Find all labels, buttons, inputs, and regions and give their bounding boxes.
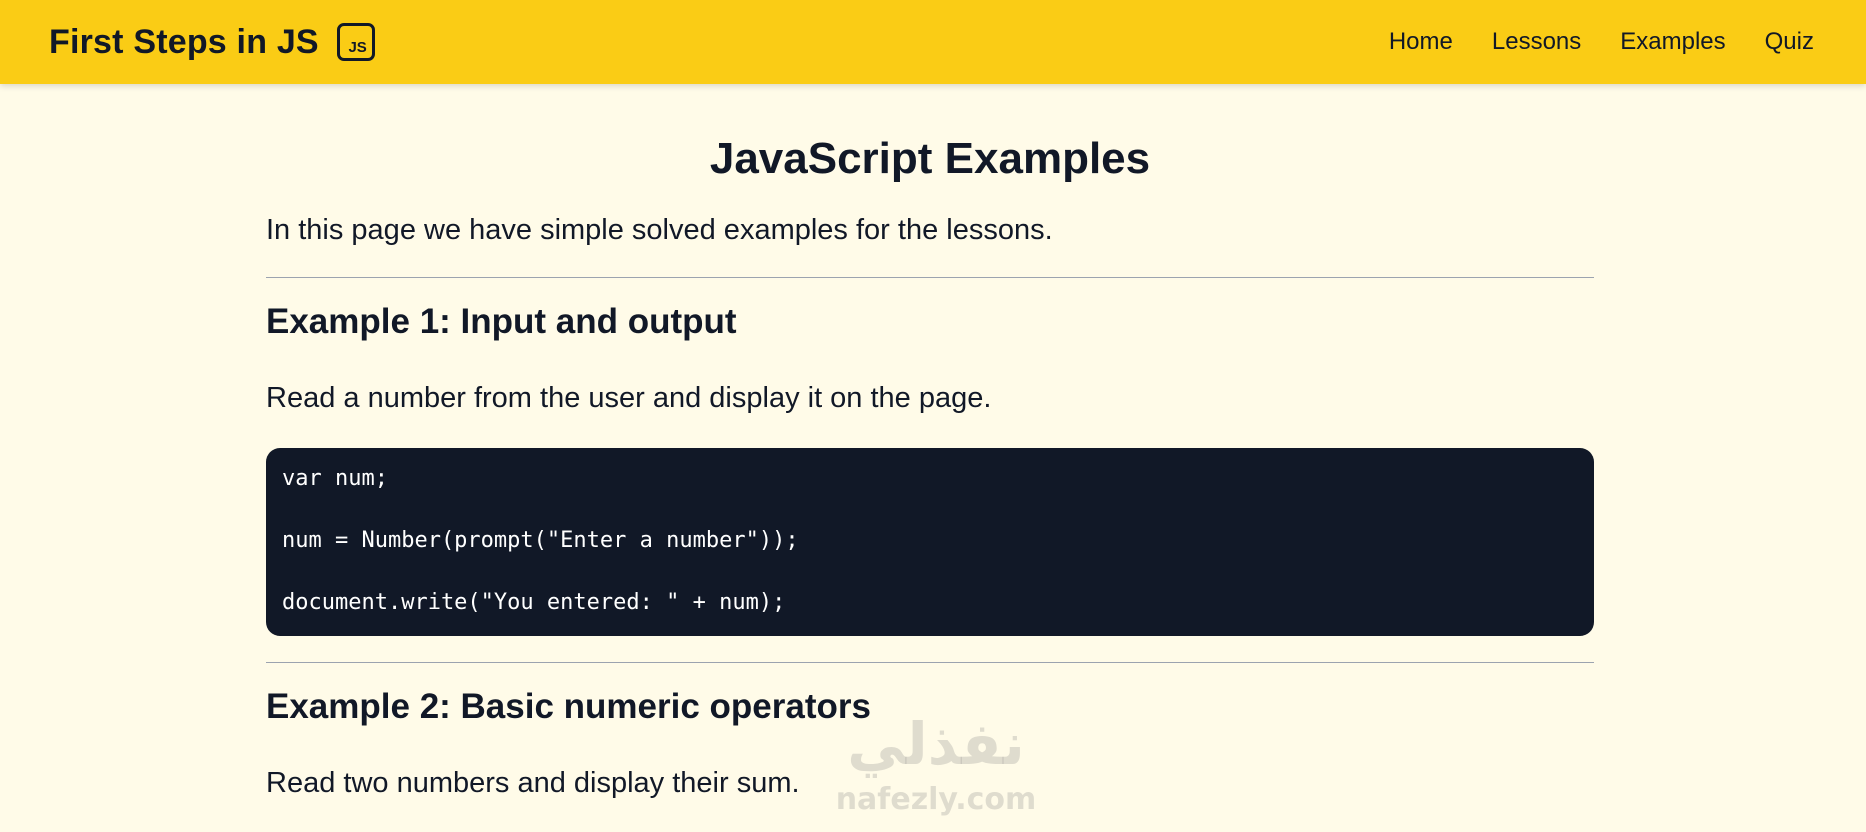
main-nav: Home Lessons Examples Quiz (1350, 28, 1814, 56)
example-2-section: Example 2: Basic numeric operators Read … (266, 686, 1594, 801)
section-divider (266, 661, 1594, 663)
top-navbar: First Steps in JS JS Home Lessons Exampl… (0, 0, 1866, 84)
code-line: num = Number(prompt("Enter a number")); (282, 527, 799, 553)
nav-home-link[interactable]: Home (1389, 28, 1453, 56)
example-2-title: Example 2: Basic numeric operators (266, 686, 871, 726)
page-title: JavaScript Examples (709, 134, 1151, 183)
js-logo-icon: JS (336, 23, 375, 61)
js-logo-text: JS (348, 39, 367, 56)
example-2-description: Read two numbers and display their sum. (266, 766, 800, 799)
main-content: JavaScript Examples In this page we have… (266, 84, 1594, 800)
code-line: var num; (282, 465, 388, 491)
site-title[interactable]: First Steps in JS (49, 23, 319, 62)
example-1-section: Example 1: Input and output Read a numbe… (266, 301, 1594, 636)
brand[interactable]: First Steps in JS JS (49, 23, 375, 62)
nav-quiz-link[interactable]: Quiz (1765, 28, 1814, 56)
nav-lessons-link[interactable]: Lessons (1492, 28, 1581, 56)
example-1-description: Read a number from the user and display … (266, 381, 992, 414)
page-intro: In this page we have simple solved examp… (266, 214, 1053, 246)
section-divider (266, 276, 1594, 278)
code-line: document.write("You entered: " + num); (282, 589, 786, 615)
example-1-title: Example 1: Input and output (266, 301, 737, 341)
example-1-code-block[interactable]: var num; num = Number(prompt("Enter a nu… (266, 447, 1594, 636)
nav-examples-link[interactable]: Examples (1620, 28, 1725, 56)
